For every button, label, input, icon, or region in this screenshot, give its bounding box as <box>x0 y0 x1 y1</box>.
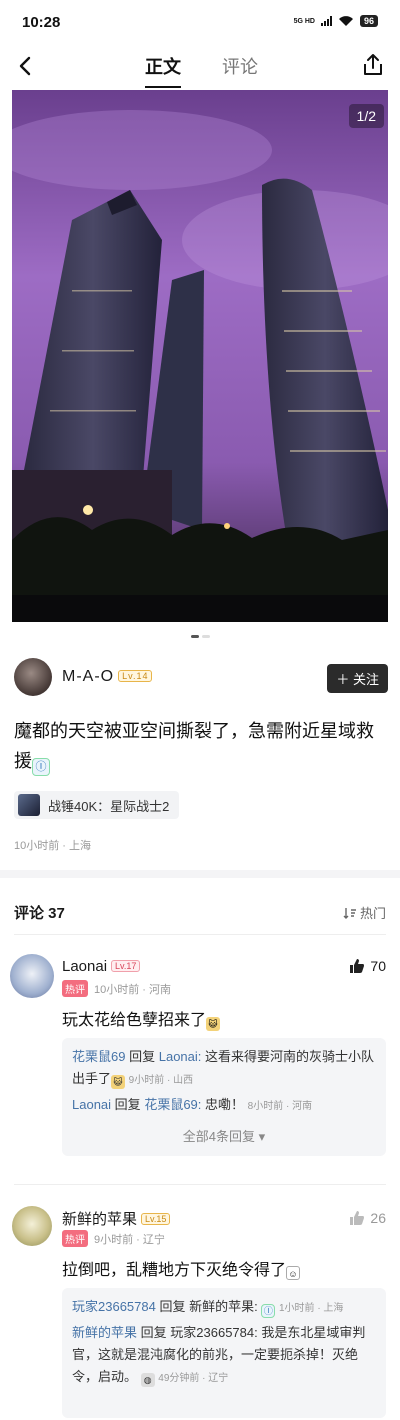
level-badge: Lv.15 <box>141 1213 171 1225</box>
share-button[interactable] <box>360 52 386 78</box>
divider-line <box>14 934 386 935</box>
reply-verb: 回复 <box>140 1325 167 1340</box>
reply-verb: 回复 <box>114 1097 141 1112</box>
signal-icon <box>320 16 332 26</box>
game-tag-label: 战锤40K：星际战士2 <box>48 798 170 814</box>
comment-author[interactable]: 新鲜的苹果 Lv.15 <box>62 1208 171 1229</box>
hot-badge: 热评 <box>62 980 88 997</box>
emoji-icon: ◍ <box>140 1373 155 1387</box>
avatar[interactable] <box>12 1206 52 1246</box>
like-button[interactable]: 70 <box>349 958 386 974</box>
smile-emoji-icon: ☺ <box>286 1266 301 1280</box>
follow-button[interactable]: ＋ 关注 <box>327 664 388 693</box>
skyline-photo <box>12 90 388 622</box>
like-count: 26 <box>370 1210 386 1226</box>
level-badge: Lv.14 <box>118 670 153 682</box>
reply-meta: 49分钟前 · 辽宁 <box>158 1373 229 1384</box>
divider-line <box>14 1184 386 1185</box>
avatar[interactable] <box>14 658 52 696</box>
hot-badge: 热评 <box>62 1230 88 1247</box>
image-page-indicator: 1/2 <box>348 104 384 128</box>
comment-meta: 热评 9小时前 · 辽宁 <box>62 1230 165 1247</box>
reply-target[interactable]: 新鲜的苹果: <box>189 1299 258 1314</box>
thumbs-up-icon <box>350 1211 365 1225</box>
thumbs-up-icon <box>350 959 365 973</box>
sort-button[interactable]: 热门 <box>343 903 386 922</box>
status-time: 10:28 <box>22 14 61 31</box>
sort-label: 热门 <box>359 906 386 921</box>
reply-item[interactable]: Laonai 回复 花栗鼠69: 忠嘞！ 8小时前 · 河南 <box>72 1094 376 1118</box>
like-button[interactable]: 26 <box>349 1210 386 1226</box>
post-image[interactable]: 1/2 <box>12 90 388 622</box>
comment-text: 拉倒吧，乱糟地方下灭绝令得了 ☺ <box>62 1256 301 1280</box>
comment-text: 玩太花给色孽招来了 😺 <box>62 1006 221 1031</box>
game-icon <box>18 794 40 816</box>
post-text: 魔都的天空被亚空间撕裂了，急需附近星域救援 <box>14 721 374 771</box>
cat-emoji-icon: 😺 <box>111 1075 126 1089</box>
comment-time: 9小时前 · 辽宁 <box>94 1234 165 1246</box>
post-body: 魔都的天空被亚空间撕裂了，急需附近星域救援 Ⓘ <box>14 716 386 776</box>
chevron-down-icon: ▾ <box>258 1129 266 1144</box>
reply-box: 花栗鼠69 回复 Laonai: 这看来得要河南的灰骑士小队出手了 😺 9小时前 … <box>62 1038 386 1156</box>
cat-emoji-icon: 😺 <box>206 1017 221 1031</box>
reply-user[interactable]: 玩家23665784 <box>72 1299 156 1314</box>
reply-user[interactable]: Laonai <box>72 1097 111 1112</box>
reply-box: 玩家23665784 回复 新鲜的苹果: Ⓘ 1小时前 · 上海 新鲜的苹果 回… <box>62 1288 386 1418</box>
section-divider <box>0 870 400 878</box>
status-icons: 5G HD 96 <box>294 15 378 27</box>
plus-icon: ＋ <box>336 672 350 687</box>
author-name-text[interactable]: M-A-O <box>62 668 114 685</box>
reply-user[interactable]: 花栗鼠69 <box>72 1049 125 1064</box>
reply-item[interactable]: 玩家23665784 回复 新鲜的苹果: Ⓘ 1小时前 · 上海 <box>72 1296 376 1320</box>
reply-meta: 1小时前 · 上海 <box>278 1303 344 1314</box>
emoji-icon: Ⓘ <box>32 758 50 776</box>
network-label: 5G HD <box>293 17 315 25</box>
comments-count: 评论 37 <box>14 905 65 922</box>
more-replies-label: 全部4条回复 <box>182 1129 256 1144</box>
top-nav: 正文 评论 <box>0 44 400 88</box>
author-name[interactable]: M-A-O Lv.14 <box>62 668 153 686</box>
comment-text-content: 玩太花给色孽招来了 <box>62 1012 207 1029</box>
author-row: M-A-O Lv.14 ＋ 关注 <box>14 658 388 698</box>
comment-author-text[interactable]: Laonai <box>62 958 107 975</box>
emoji-icon: Ⓘ <box>261 1304 276 1318</box>
avatar[interactable] <box>10 954 54 998</box>
like-count: 70 <box>370 958 386 974</box>
image-pagination-dots <box>0 635 400 638</box>
game-tag[interactable]: 战锤40K：星际战士2 <box>14 791 180 819</box>
comment-meta: 热评 10小时前 · 河南 <box>62 980 171 997</box>
reply-verb: 回复 <box>129 1049 156 1064</box>
wifi-icon <box>338 16 353 26</box>
follow-label: 关注 <box>352 672 379 687</box>
tab-main-text[interactable]: 正文 <box>145 53 181 88</box>
status-bar: 10:28 5G HD 96 <box>0 0 400 44</box>
level-badge: Lv.17 <box>111 960 141 972</box>
reply-text: 忠嘞！ <box>205 1097 245 1112</box>
post-meta: 10小时前 · 上海 <box>14 840 92 852</box>
sort-icon <box>343 907 356 919</box>
reply-user[interactable]: 新鲜的苹果 <box>72 1325 137 1340</box>
more-replies-button[interactable]: 全部4条回复 ▾ <box>72 1126 376 1148</box>
reply-item[interactable]: 新鲜的苹果 回复 玩家23665784: 我是东北星域审判官，这就是混沌腐化的前… <box>72 1322 376 1390</box>
reply-target[interactable]: 玩家23665784: <box>170 1325 257 1340</box>
reply-item[interactable]: 花栗鼠69 回复 Laonai: 这看来得要河南的灰骑士小队出手了 😺 9小时前 … <box>72 1046 376 1092</box>
reply-target[interactable]: 花栗鼠69: <box>144 1097 201 1112</box>
battery-icon: 96 <box>359 15 378 27</box>
tab-comments[interactable]: 评论 <box>222 53 258 79</box>
comment-author[interactable]: Laonai Lv.17 <box>62 958 141 975</box>
reply-meta: 9小时前 · 山西 <box>128 1075 194 1086</box>
reply-verb: 回复 <box>159 1299 186 1314</box>
reply-target[interactable]: Laonai: <box>159 1049 202 1064</box>
comment-author-text[interactable]: 新鲜的苹果 <box>62 1211 137 1228</box>
back-button[interactable] <box>12 52 40 80</box>
comment-text-content: 拉倒吧，乱糟地方下灭绝令得了 <box>62 1262 287 1279</box>
comment-time: 10小时前 · 河南 <box>94 984 172 996</box>
reply-meta: 8小时前 · 河南 <box>247 1101 313 1112</box>
